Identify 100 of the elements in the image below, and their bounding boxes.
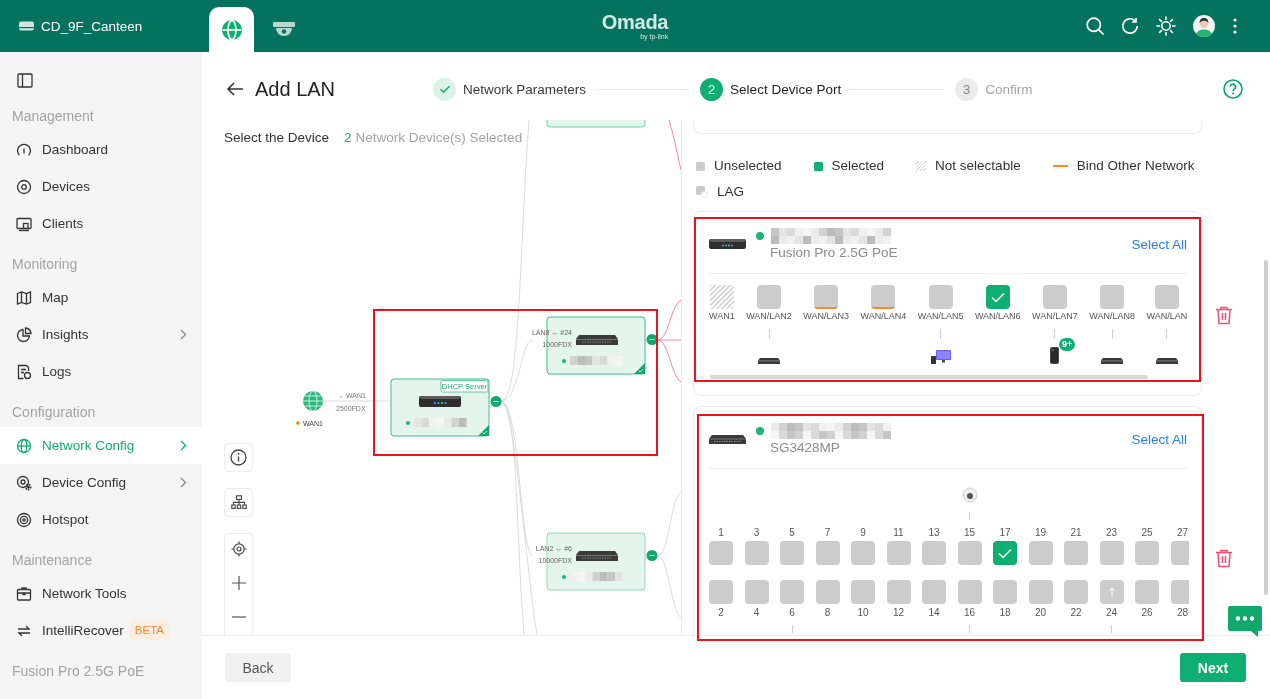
port-toggle[interactable]	[1042, 285, 1067, 309]
check-corner-icon	[478, 425, 489, 436]
switch-icon	[576, 335, 618, 345]
port-toggle[interactable]	[886, 580, 911, 604]
port-toggle[interactable]	[780, 541, 804, 565]
search-icon[interactable]	[1086, 17, 1104, 35]
back-arrow-icon[interactable]	[226, 82, 244, 96]
switch-icon	[1155, 358, 1178, 364]
status-dot	[562, 575, 566, 579]
port-number: 10	[857, 607, 869, 618]
port-toggle[interactable]	[1028, 580, 1053, 604]
locate-icon[interactable]	[230, 541, 247, 557]
port-label: WAN/LAN	[1146, 311, 1188, 322]
map-icon	[16, 289, 32, 306]
line-swatch-icon	[1052, 165, 1068, 167]
port-number: 14	[928, 607, 940, 618]
nav-item[interactable]: IntelliRecover BETA	[0, 612, 202, 649]
port-toggle[interactable]	[815, 541, 840, 565]
toolbox-icon	[16, 585, 32, 602]
info-icon	[230, 449, 247, 466]
port-toggle[interactable]	[744, 541, 769, 565]
scrollbar-thumb[interactable]	[710, 375, 1148, 379]
port-toggle[interactable]	[957, 541, 982, 565]
hierarchy-button[interactable]	[224, 488, 253, 517]
sidebar-toggle-icon[interactable]	[17, 73, 33, 88]
port-toggle[interactable]	[709, 580, 733, 604]
port-toggle[interactable]	[993, 541, 1017, 565]
port-number: 6	[789, 607, 795, 618]
port-toggle[interactable]	[871, 285, 896, 309]
nav-item[interactable]: Network Tools	[0, 575, 202, 612]
nav-item[interactable]: Devices	[0, 168, 202, 205]
port-toggle[interactable]	[1170, 541, 1189, 565]
port-toggle[interactable]	[922, 580, 946, 604]
port-toggle[interactable]	[1135, 541, 1159, 565]
minus-circle-icon[interactable]	[490, 396, 502, 407]
delete-icon[interactable]	[1215, 306, 1233, 325]
port-number: 18	[999, 607, 1011, 618]
switch-icon	[1101, 358, 1124, 364]
port-toggle[interactable]	[814, 285, 839, 309]
port-toggle[interactable]	[1154, 285, 1179, 309]
device-model: Fusion Pro 2.5G PoE	[770, 243, 898, 261]
port-toggle[interactable]	[1099, 541, 1124, 565]
port-toggle[interactable]	[1099, 580, 1124, 604]
port-toggle[interactable]	[1135, 580, 1159, 604]
document-icon	[16, 363, 32, 380]
more-icon[interactable]	[1232, 18, 1238, 34]
nav-item[interactable]: Device Config	[0, 464, 202, 501]
select-all-link[interactable]: Select All	[1131, 431, 1187, 447]
port-number: 19	[1034, 527, 1047, 538]
nav-item[interactable]: Hotspot	[0, 501, 202, 538]
port-number: 8	[824, 607, 831, 618]
scrollbar-thumb[interactable]	[1264, 260, 1268, 595]
port-toggle[interactable]	[744, 580, 769, 604]
nav-item[interactable]: Map	[0, 279, 202, 316]
port-toggle[interactable]	[851, 541, 875, 565]
step-label: Network Parameters	[463, 81, 587, 97]
switch-icon	[576, 551, 618, 561]
help-icon[interactable]	[1223, 79, 1243, 99]
port-toggle[interactable]	[780, 580, 804, 604]
port-toggle[interactable]	[993, 580, 1017, 604]
port-number: 24	[1105, 607, 1118, 618]
port-toggle[interactable]	[1064, 541, 1088, 565]
panel-title: Select the Device	[224, 129, 330, 146]
nav-item[interactable]: Clients	[0, 205, 202, 242]
port-toggle[interactable]	[757, 285, 781, 309]
site-name[interactable]: CD_9F_Canteen	[41, 18, 143, 34]
brightness-icon[interactable]	[1156, 16, 1176, 36]
tab[interactable]	[209, 7, 254, 52]
delete-icon[interactable]	[1215, 549, 1233, 568]
select-all-link[interactable]: Select All	[1131, 236, 1187, 252]
port-toggle[interactable]	[922, 541, 946, 565]
port-toggle[interactable]	[1064, 580, 1088, 604]
port-toggle[interactable]	[957, 580, 982, 604]
refresh-icon[interactable]	[1121, 17, 1139, 35]
chat-icon[interactable]	[1228, 606, 1262, 637]
phone-icon	[1050, 347, 1060, 364]
nav-item[interactable]: Dashboard	[0, 131, 202, 168]
device-node[interactable]	[546, 120, 646, 128]
nav-item[interactable]: Insights	[0, 316, 202, 353]
section-title: Management	[11, 107, 95, 126]
pixelated-name	[414, 418, 467, 427]
port-toggle[interactable]	[851, 580, 875, 604]
minus-circle-icon[interactable]	[646, 334, 658, 345]
back-button[interactable]: Back	[225, 653, 291, 682]
port-toggle[interactable]	[1100, 285, 1125, 309]
info-button[interactable]	[224, 443, 253, 472]
nav-item[interactable]: Logs	[0, 353, 202, 390]
port-toggle[interactable]	[1028, 541, 1053, 565]
minus-circle-icon[interactable]	[646, 550, 658, 561]
port-toggle[interactable]	[709, 541, 733, 565]
avatar-icon[interactable]	[1193, 15, 1215, 37]
selected-count: 2	[344, 129, 352, 146]
port-toggle[interactable]	[1170, 580, 1189, 604]
port-toggle[interactable]	[815, 580, 840, 604]
port-toggle[interactable]	[985, 285, 1010, 309]
check-corner-icon	[634, 363, 645, 374]
logo-wordmark: Omada	[601, 11, 669, 33]
port-toggle[interactable]	[886, 541, 911, 565]
port-toggle[interactable]	[928, 285, 953, 309]
zoom-in-icon[interactable]	[230, 575, 247, 591]
